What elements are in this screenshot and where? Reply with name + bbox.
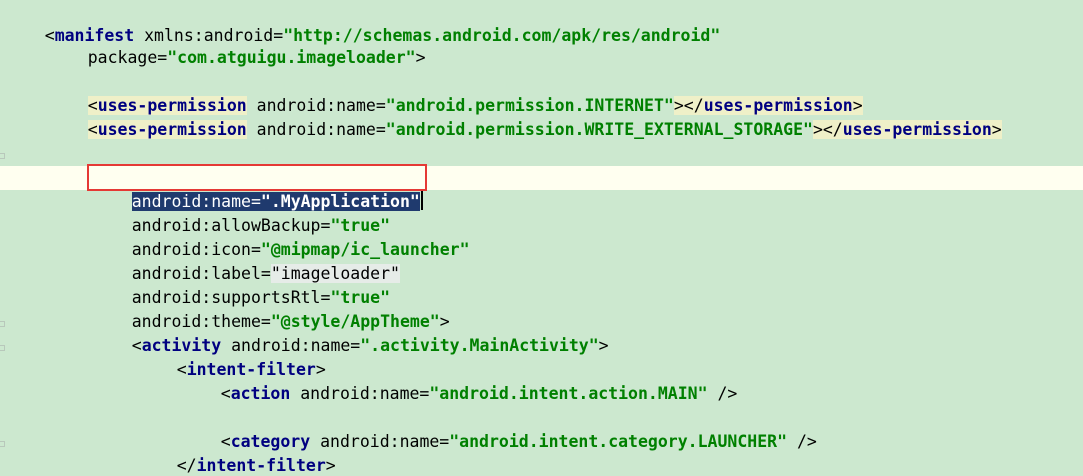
code-token: "com.atguigu.imageloader" <box>167 48 416 67</box>
code-line-allow-backup[interactable]: android:allowBackup="true" <box>92 190 390 235</box>
code-line-activity-close[interactable]: </activity> <box>92 454 241 476</box>
fold-marker-icon[interactable] <box>0 153 5 159</box>
fold-marker-icon[interactable] <box>0 345 5 351</box>
code-token: uses-permission <box>97 120 247 139</box>
code-token: /> <box>707 384 738 403</box>
fold-marker-icon[interactable] <box>0 321 5 327</box>
code-token: > <box>415 48 426 67</box>
code-line-supports-rtl[interactable]: android:supportsRtl="true" <box>92 262 390 307</box>
code-line-intent-filter-open[interactable]: <intent-filter> <box>137 334 326 379</box>
code-line-action[interactable]: <action android:name="android.intent.act… <box>181 358 738 403</box>
code-token: action <box>230 384 291 403</box>
code-editor[interactable]: <manifest xmlns:android="http://schemas.… <box>0 0 1083 476</box>
code-line-icon[interactable]: android:icon="@mipmap/ic_launcher" <box>92 214 470 259</box>
code-line-activity[interactable]: <activity android:name=".activity.MainAc… <box>92 310 609 355</box>
code-line-intent-filter-close[interactable]: </intent-filter> <box>137 430 336 475</box>
code-line-package[interactable]: package="com.atguigu.imageloader"> <box>48 22 426 67</box>
code-token: /> <box>787 432 817 451</box>
code-token: "android.intent.category.LAUNCHER" <box>449 432 788 451</box>
text-caret <box>420 191 423 210</box>
code-line-permission-internet[interactable]: <uses-permission android:name="android.p… <box>48 70 863 115</box>
code-token: "android.permission.WRITE_EXTERNAL_STORA… <box>385 120 813 139</box>
code-token: < <box>220 384 231 403</box>
code-line-permission-storage[interactable]: <uses-permission android:name="android.p… <box>48 94 1002 139</box>
code-token: > <box>991 120 1002 139</box>
code-token: package= <box>87 48 168 67</box>
code-line-application[interactable]: <application <box>48 142 207 187</box>
fold-marker-icon[interactable] <box>0 441 5 447</box>
code-token: android:name= <box>246 120 386 139</box>
code-token: "android.intent.action.MAIN" <box>429 384 708 403</box>
code-token: uses-permission <box>842 120 992 139</box>
code-token: android:name= <box>290 384 430 403</box>
code-line-manifest[interactable]: <manifest xmlns:android="http://schemas.… <box>5 0 721 45</box>
code-token: ></ <box>812 120 843 139</box>
code-line-theme[interactable]: android:theme="@style/AppTheme"> <box>92 286 450 331</box>
code-line-category[interactable]: <category android:name="android.intent.c… <box>181 406 817 451</box>
code-token: ".activity.MainActivity" <box>360 336 599 355</box>
code-token: > <box>598 336 609 355</box>
code-token: > <box>325 456 336 475</box>
code-line-app-name[interactable]: android:name=".MyApplication" <box>92 166 423 211</box>
code-token: < <box>87 120 98 139</box>
code-line-label[interactable]: android:label="imageloader" <box>92 238 400 283</box>
